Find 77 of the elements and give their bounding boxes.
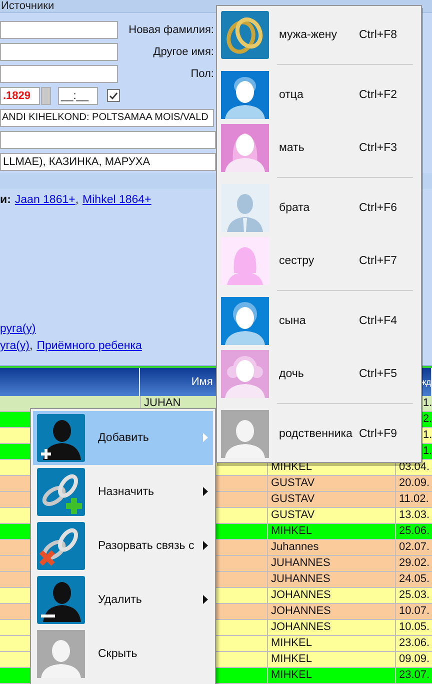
woman-silhouette-icon (221, 236, 269, 284)
add-link[interactable]: руга(у) (0, 323, 36, 335)
date-text: 02.07. (399, 541, 430, 553)
man-silhouette-icon (221, 70, 269, 118)
text-field[interactable] (0, 64, 118, 82)
date-text: 20.09. (399, 477, 430, 489)
time-field[interactable]: __:__ (58, 86, 98, 104)
name-text: JOHANNES (271, 589, 331, 601)
text-field[interactable] (0, 130, 216, 148)
field-label: Другое имя: (152, 46, 214, 58)
name-text: GUSTAV (271, 493, 315, 505)
date-text: 13.03. (399, 509, 430, 521)
date-text: 25.06. (399, 525, 430, 537)
field-label: Новая фамилия: (128, 24, 214, 36)
menu-item[interactable]: Добавить (33, 411, 213, 465)
name-text: JUHAN (144, 397, 181, 409)
person-silhouette-icon (221, 410, 269, 458)
name-text: MIHKEL (271, 653, 312, 665)
date-field[interactable]: .1829 (0, 86, 40, 104)
man-silhouette-icon (221, 184, 269, 232)
checkbox[interactable] (107, 89, 120, 102)
name-text: JUHANNES (271, 573, 330, 585)
boy-silhouette-icon (221, 296, 269, 344)
text-field[interactable] (0, 42, 118, 60)
menu-item[interactable]: сына Ctrl+F4 (217, 294, 421, 347)
date-text: 23.06. (399, 637, 430, 649)
date-text: 29.02. (399, 557, 430, 569)
remove-link-icon (37, 522, 85, 570)
menu-item[interactable]: отца Ctrl+F2 (217, 68, 421, 121)
date-text: 2. (423, 413, 432, 425)
add-link-icon (37, 468, 85, 516)
person-silhouette-icon (37, 630, 85, 678)
name-text: JUHANNES (271, 557, 330, 569)
add-link[interactable]: уга(у) (0, 340, 30, 352)
name-text: MIHKEL (271, 637, 312, 649)
date-button[interactable] (41, 86, 51, 104)
date-text: 10.07. (399, 605, 430, 617)
name-text: GUSTAV (271, 477, 315, 489)
separator-text: , (75, 194, 79, 206)
menu-item[interactable]: дочь Ctrl+F5 (217, 347, 421, 400)
woman-silhouette-icon (221, 124, 269, 172)
child-link[interactable]: Mihkel 1864+ (82, 194, 152, 206)
name-text: JOHANNES (271, 621, 331, 633)
date-text: 1. (423, 397, 432, 409)
date-text: 1. (423, 429, 432, 441)
name-text: MIHKEL (271, 669, 312, 681)
girl-silhouette-icon (221, 350, 269, 398)
date-text: 1. (423, 445, 432, 457)
date-text: 23.07. (399, 669, 430, 681)
children-label: и: (0, 194, 11, 206)
child-link[interactable]: Jaan 1861+ (14, 194, 76, 206)
date-text: 10.05. (399, 621, 430, 633)
add-person-icon (37, 414, 85, 462)
menu-item[interactable]: мать Ctrl+F3 (217, 121, 421, 174)
text-field[interactable] (0, 20, 118, 38)
menu-item[interactable]: брата Ctrl+F6 (217, 181, 421, 234)
menu-item[interactable]: мужа-жену Ctrl+F8 (217, 8, 421, 61)
names-field[interactable]: LLMAE), КАЗИНКА, МАРУХА (0, 152, 216, 170)
separator-text: , (30, 340, 33, 352)
name-text: GUSTAV (271, 509, 315, 521)
name-text: MIHKEL (271, 525, 312, 537)
tab-label[interactable]: Источники (0, 0, 54, 12)
date-text: 11.02. (399, 493, 429, 505)
date-text: 09.09. (399, 653, 430, 665)
name-text: Juhannes (271, 541, 319, 553)
check-icon (109, 92, 118, 100)
field-label: Пол: (190, 68, 214, 80)
date-text: 24.05. (399, 573, 430, 585)
place-field[interactable]: ANDI KIHELKOND: POLTSAMAA MOIS/VALD (0, 108, 214, 126)
rings-icon (221, 10, 269, 58)
column-header[interactable]: Имя (191, 376, 213, 388)
date-text: 25.03. (399, 589, 430, 601)
menu-item[interactable]: сестру Ctrl+F7 (217, 234, 421, 287)
name-text: JOHANNES (271, 605, 331, 617)
menu-item[interactable]: родственника Ctrl+F9 (217, 407, 421, 460)
add-link[interactable]: Приёмного ребенка (36, 340, 142, 352)
remove-person-icon (37, 576, 85, 624)
